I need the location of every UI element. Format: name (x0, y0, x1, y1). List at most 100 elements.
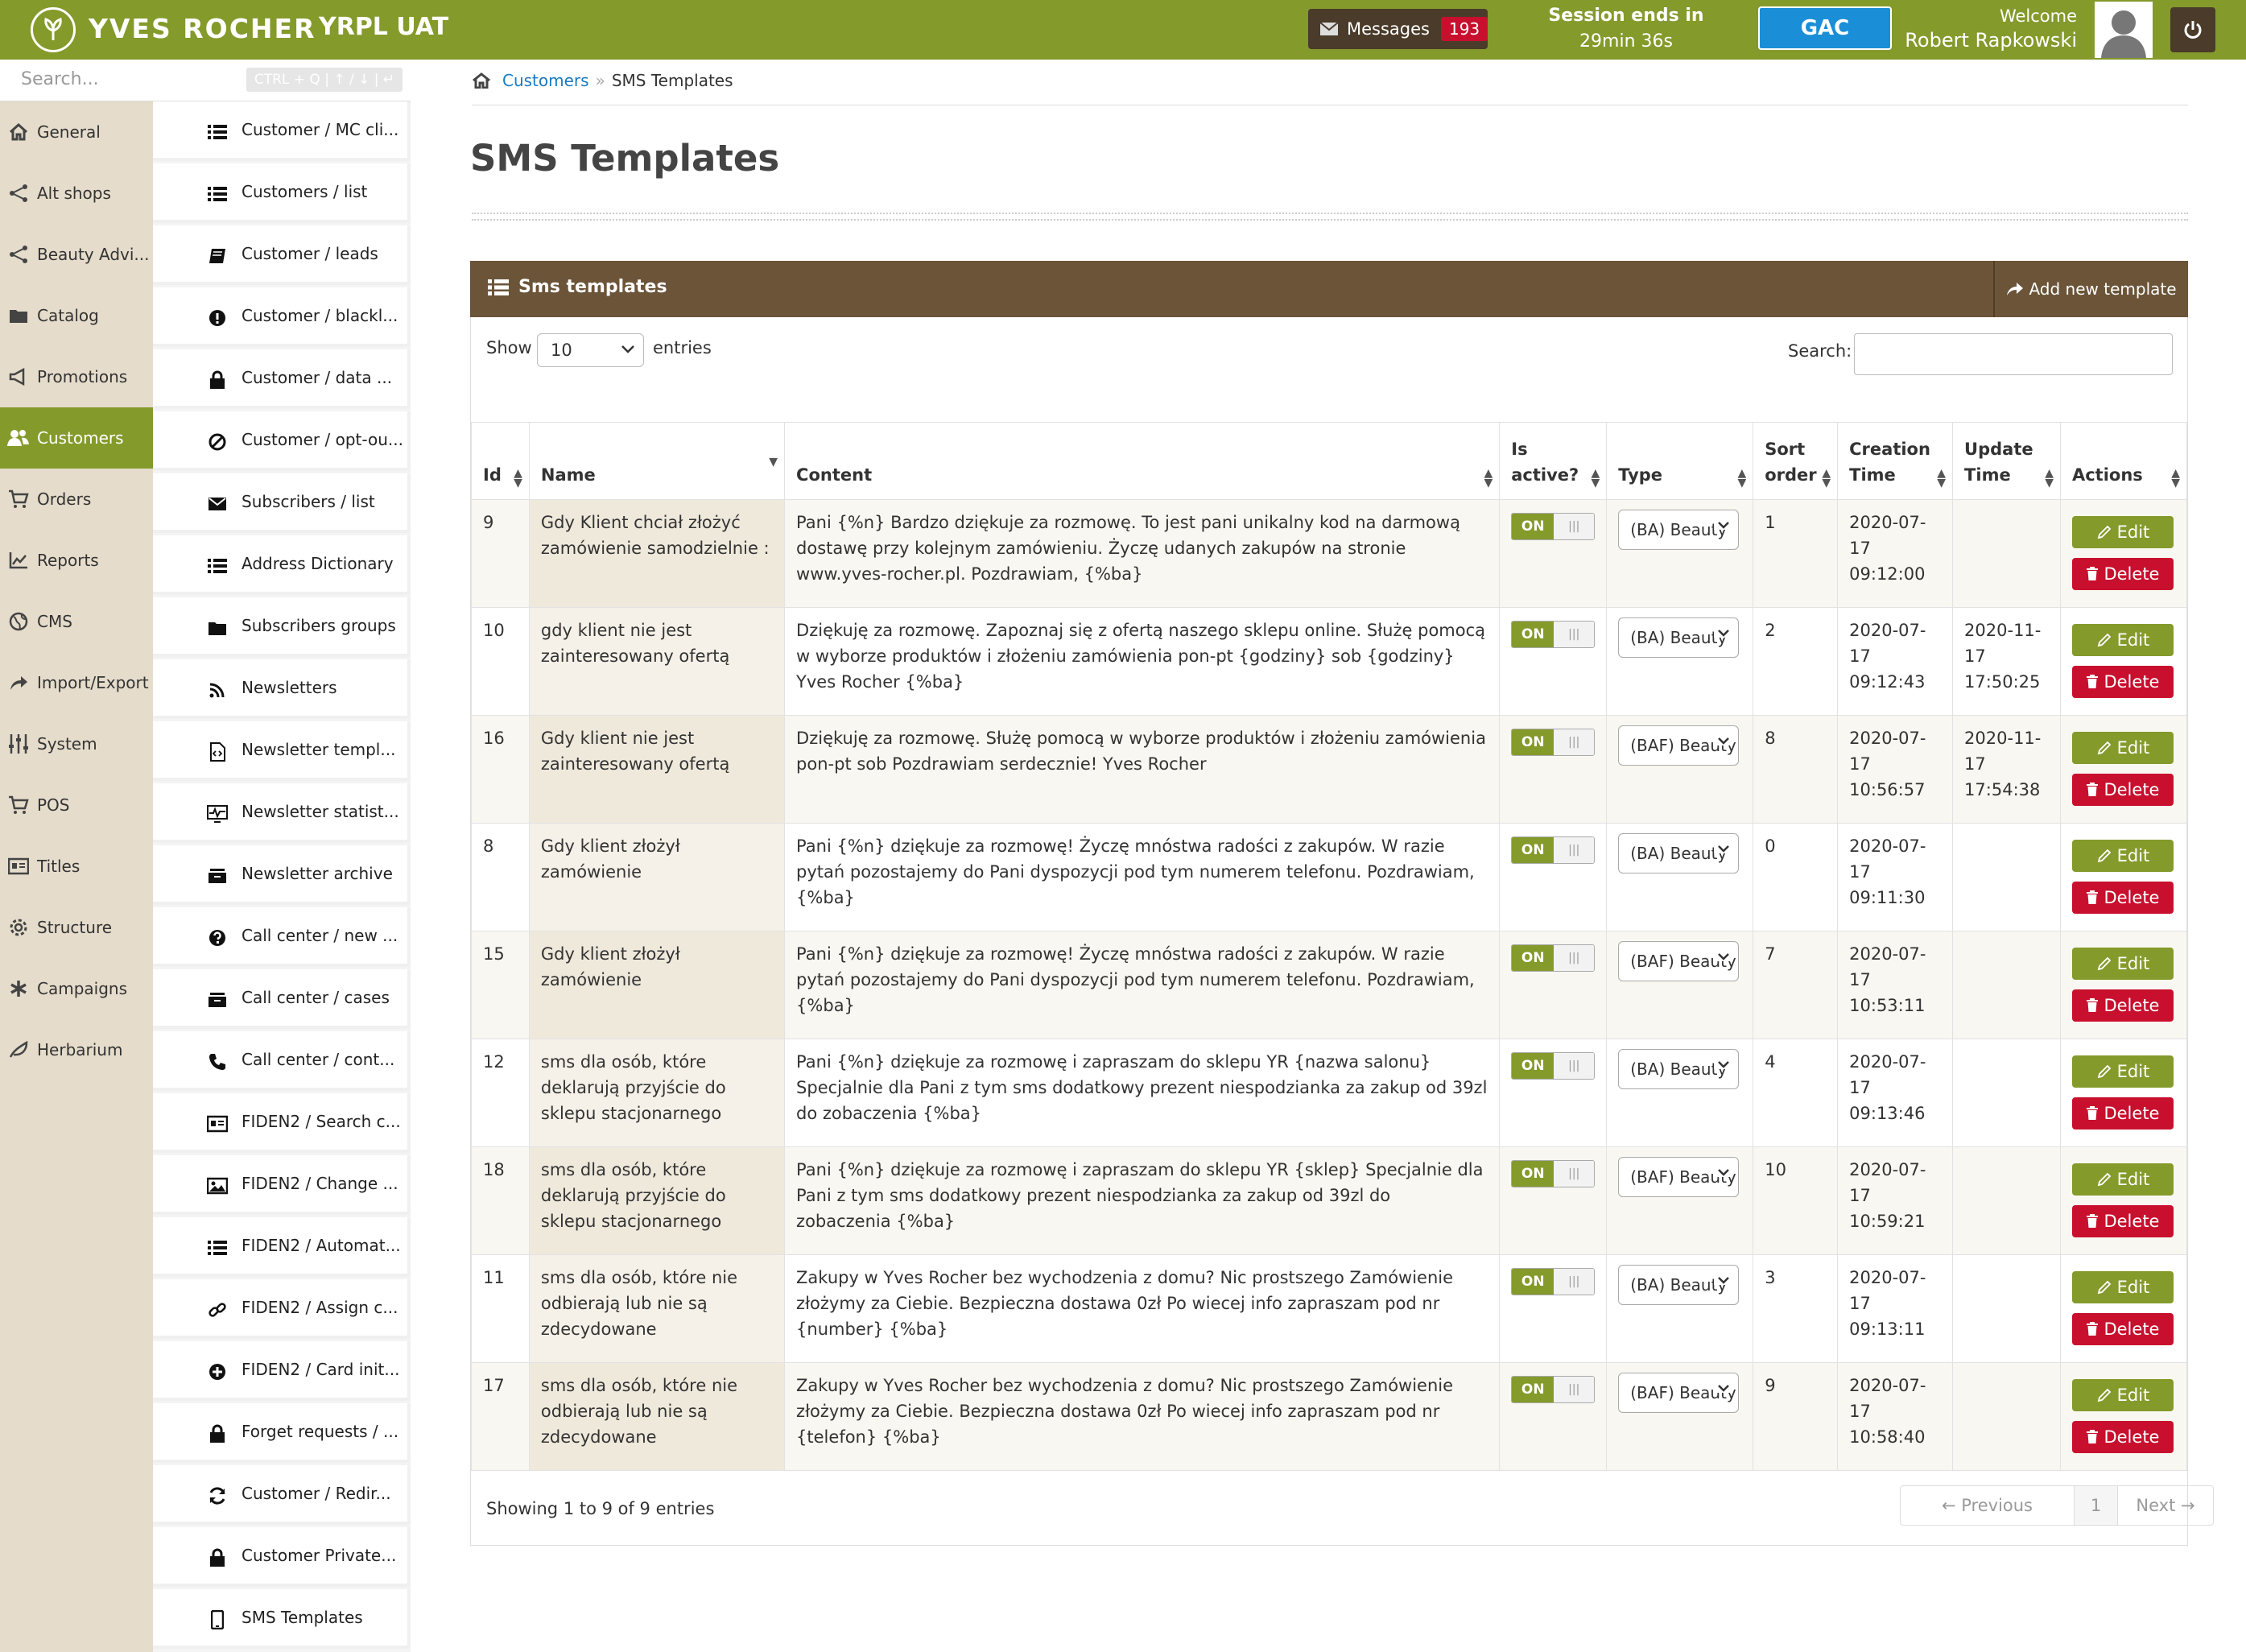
column-header-name[interactable]: Name ▼ (528, 422, 786, 500)
sidebar-item-customers[interactable]: Customers (0, 407, 153, 469)
previous-page-button[interactable]: ← Previous (1901, 1486, 2075, 1525)
subnav-item-customers-list[interactable]: Customers / list (153, 163, 411, 223)
column-header-creation-time[interactable]: Creation Time ▲ ▼ (1837, 422, 1954, 500)
subnav-item-customer-blacklist[interactable]: Customer / blackl... (153, 287, 411, 347)
next-page-button[interactable]: Next → (2118, 1486, 2213, 1525)
sidebar-item-system[interactable]: System (0, 713, 153, 774)
edit-button[interactable]: Edit (2071, 1055, 2174, 1088)
sidebar-item-structure[interactable]: Structure (0, 897, 153, 958)
logout-button[interactable] (2170, 7, 2215, 52)
subnav-item-subscribers-list[interactable]: Subscribers / list (153, 473, 411, 533)
subnav-item-fiden2-change[interactable]: FIDEN2 / Change ... (153, 1155, 411, 1215)
subnav-item-customer-mc-clients[interactable]: Customer / MC cli... (153, 101, 411, 161)
gac-button[interactable]: GAC (1758, 6, 1892, 50)
add-new-template-button[interactable]: Add new template (1993, 261, 2188, 317)
column-header-type[interactable]: Type ▲ ▼ (1606, 422, 1754, 500)
subnav-item-fiden2-assign[interactable]: FIDEN2 / Assign c... (153, 1279, 411, 1339)
type-select[interactable]: (BA) Beauty (1618, 510, 1740, 550)
table-search-input[interactable] (1854, 333, 2173, 375)
active-toggle[interactable]: ON ||| (1511, 1160, 1596, 1187)
type-select[interactable]: (BAF) Beauty (1618, 725, 1740, 766)
type-select[interactable]: (BA) Beauty (1618, 833, 1740, 873)
delete-button[interactable]: Delete (2071, 1313, 2174, 1345)
subnav-item-customer-leads[interactable]: Customer / leads (153, 225, 411, 285)
active-toggle[interactable]: ON ||| (1511, 621, 1596, 648)
column-header-update-time[interactable]: Update Time ▲ ▼ (1952, 422, 2061, 500)
messages-button[interactable]: Messages 193 (1308, 9, 1488, 49)
type-select[interactable]: (BAF) Beauty (1618, 941, 1740, 981)
subnav-item-newsletter-statistics[interactable]: Newsletter statist... (153, 783, 411, 843)
delete-button[interactable]: Delete (2071, 666, 2174, 698)
subnav-item-customer-data[interactable]: Customer / data ... (153, 349, 411, 409)
edit-button[interactable]: Edit (2071, 516, 2174, 548)
sidebar-item-campaigns[interactable]: Campaigns (0, 958, 153, 1019)
subnav-item-forget-requests[interactable]: Forget requests / ... (153, 1403, 411, 1463)
delete-button[interactable]: Delete (2071, 989, 2174, 1022)
subnav-item-subscribers-groups[interactable]: Subscribers groups (153, 597, 411, 657)
edit-button[interactable]: Edit (2071, 948, 2174, 980)
edit-button[interactable]: Edit (2071, 732, 2174, 764)
active-toggle[interactable]: ON ||| (1511, 1268, 1596, 1295)
type-select[interactable]: (BAF) Beauty (1618, 1373, 1740, 1413)
sidebar-item-catalog[interactable]: Catalog (0, 285, 153, 346)
subnav-item-fiden2-automat[interactable]: FIDEN2 / Automat... (153, 1217, 411, 1277)
sidebar-item-import-export[interactable]: Import/Export (0, 652, 153, 713)
subnav-item-newsletter-archive[interactable]: Newsletter archive (153, 845, 411, 905)
user-name[interactable]: Robert Rapkowski (1900, 28, 2077, 52)
yves-rocher-logo-icon[interactable] (31, 7, 76, 52)
sidebar-item-herbarium[interactable]: Herbarium (0, 1019, 153, 1080)
column-header-sort-order[interactable]: Sort order ▲ ▼ (1753, 422, 1839, 500)
subnav-item-call-center-cases[interactable]: Call center / cases (153, 969, 411, 1029)
subnav-item-customer-redirect[interactable]: Customer / Redir... (153, 1465, 411, 1525)
type-select[interactable]: (BA) Beauty (1618, 1265, 1740, 1305)
sidebar-item-titles[interactable]: Titles (0, 836, 153, 897)
sidebar-item-orders[interactable]: Orders (0, 469, 153, 530)
sidebar-search-input[interactable]: Search... (21, 69, 99, 89)
subnav-item-call-center-new[interactable]: Call center / new ... (153, 907, 411, 967)
sidebar-item-beauty-advisors[interactable]: Beauty Advi... (0, 224, 153, 285)
subnav-item-address-dictionary[interactable]: Address Dictionary (153, 535, 411, 595)
active-toggle[interactable]: ON ||| (1511, 1052, 1596, 1080)
delete-button[interactable]: Delete (2071, 774, 2174, 806)
subnav-item-fiden2-search[interactable]: FIDEN2 / Search c... (153, 1093, 411, 1153)
sidebar-item-promotions[interactable]: Promotions (0, 346, 153, 407)
type-select[interactable]: (BA) Beauty (1618, 1049, 1740, 1089)
column-header-is-active[interactable]: Is active? ▲ ▼ (1499, 422, 1608, 500)
subnav-item-fiden2-card-init[interactable]: FIDEN2 / Card init... (153, 1341, 411, 1401)
delete-button[interactable]: Delete (2071, 558, 2174, 590)
delete-button[interactable]: Delete (2071, 882, 2174, 914)
sidebar-search[interactable]: Search... CTRL + Q | ↑ / ↓ | ↵ (0, 60, 411, 101)
type-select[interactable]: (BA) Beauty (1618, 617, 1740, 658)
column-header-content[interactable]: Content ▲ ▼ (784, 422, 1501, 500)
edit-button[interactable]: Edit (2071, 1163, 2174, 1196)
sidebar-item-alt-shops[interactable]: Alt shops (0, 163, 153, 224)
active-toggle[interactable]: ON ||| (1511, 944, 1596, 972)
subnav-item-call-center-contacts[interactable]: Call center / cont... (153, 1031, 411, 1091)
active-toggle[interactable]: ON ||| (1511, 729, 1596, 756)
sidebar-item-reports[interactable]: Reports (0, 530, 153, 591)
active-toggle[interactable]: ON ||| (1511, 513, 1596, 540)
column-header-id[interactable]: Id ▲ ▼ (471, 422, 530, 500)
edit-button[interactable]: Edit (2071, 1379, 2174, 1411)
subnav-item-customer-opt-out[interactable]: Customer / opt-ou... (153, 411, 411, 471)
edit-button[interactable]: Edit (2071, 1271, 2174, 1303)
active-toggle[interactable]: ON ||| (1511, 836, 1596, 864)
breadcrumb-customers-link[interactable]: Customers (502, 71, 589, 90)
sidebar-item-pos[interactable]: POS (0, 774, 153, 836)
sidebar-item-general[interactable]: General (0, 101, 153, 163)
subnav-item-sms-templates[interactable]: SMS Templates (153, 1589, 411, 1649)
page-size-select[interactable]: 10 (537, 333, 644, 367)
edit-button[interactable]: Edit (2071, 840, 2174, 872)
subnav-item-newsletter-templates[interactable]: Newsletter templ... (153, 721, 411, 781)
subnav-item-customer-private[interactable]: Customer Private... (153, 1527, 411, 1587)
subnav-item-newsletters[interactable]: Newsletters (153, 659, 411, 719)
active-toggle[interactable]: ON ||| (1511, 1376, 1596, 1403)
edit-button[interactable]: Edit (2071, 624, 2174, 656)
page-1-button[interactable]: 1 (2075, 1486, 2118, 1525)
delete-button[interactable]: Delete (2071, 1421, 2174, 1453)
user-avatar-icon[interactable] (2095, 2, 2153, 58)
home-icon[interactable] (472, 72, 491, 89)
delete-button[interactable]: Delete (2071, 1097, 2174, 1130)
delete-button[interactable]: Delete (2071, 1205, 2174, 1237)
sidebar-item-cms[interactable]: CMS (0, 591, 153, 652)
